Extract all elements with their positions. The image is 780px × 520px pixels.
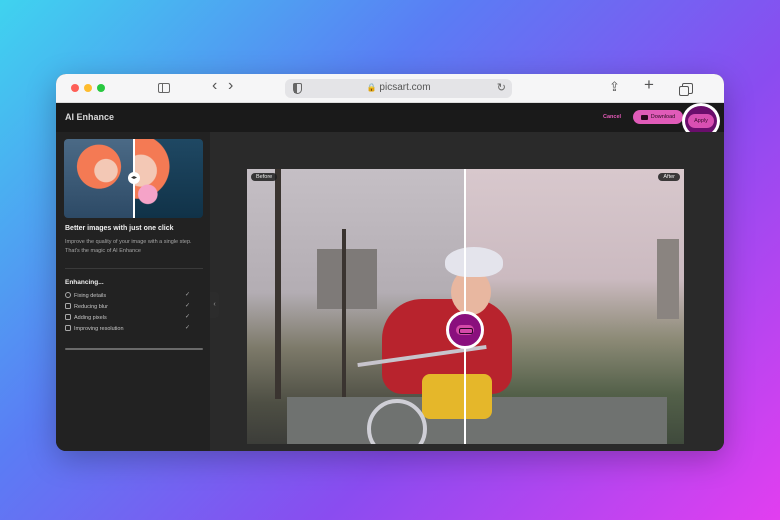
browser-toolbar: ‹ › 🔒 picsart.com ↻ ⇪ + xyxy=(56,74,724,103)
step-item: Improving resolution ✓ xyxy=(65,325,190,335)
back-arrow-icon[interactable]: ‹ xyxy=(212,78,217,94)
cancel-button[interactable]: Cancel xyxy=(603,114,621,120)
tab-overview-icon[interactable] xyxy=(679,83,693,96)
forward-arrow-icon[interactable]: › xyxy=(228,78,233,94)
lock-icon: 🔒 xyxy=(366,83,377,92)
browser-window: ‹ › 🔒 picsart.com ↻ ⇪ + AI Enhance Cancel… xyxy=(56,74,724,451)
collapse-panel-button[interactable]: ‹ xyxy=(210,292,219,318)
promo-description: Improve the quality of your image with a… xyxy=(65,239,192,254)
download-label: Download xyxy=(650,114,676,120)
new-tab-icon[interactable]: + xyxy=(644,76,654,93)
step-label: Fixing details xyxy=(74,293,107,299)
app-header: AI Enhance Cancel Download Apply xyxy=(56,103,724,139)
pixels-icon xyxy=(65,314,71,320)
reload-icon[interactable]: ↻ xyxy=(497,81,506,94)
sidebar-toggle-icon[interactable] xyxy=(158,83,170,93)
sparkle-icon xyxy=(65,292,71,298)
check-icon: ✓ xyxy=(184,314,190,320)
zoom-window-button[interactable] xyxy=(97,84,105,92)
comparison-photo: Before After xyxy=(247,169,684,444)
enhance-panel: ◂▸ Better images with just one click Imp… xyxy=(56,132,210,451)
divider xyxy=(65,268,203,269)
promo-thumbnail: ◂▸ xyxy=(64,139,203,218)
check-icon: ✓ xyxy=(184,303,190,309)
apply-button[interactable]: Apply xyxy=(688,114,714,128)
split-handle-button[interactable] xyxy=(446,311,484,349)
resolution-icon xyxy=(65,325,71,331)
promo-title: Better images with just one click xyxy=(65,225,174,232)
step-item: Reducing blur ✓ xyxy=(65,303,190,313)
before-badge: Before xyxy=(251,173,278,181)
check-icon: ✓ xyxy=(184,325,190,331)
download-icon xyxy=(640,114,648,120)
step-label: Adding pixels xyxy=(74,315,107,321)
after-badge: After xyxy=(658,173,680,181)
app-title: AI Enhance xyxy=(65,112,115,122)
canvas-area: Before After xyxy=(210,132,724,451)
url-text: picsart.com xyxy=(379,82,431,93)
step-item: Adding pixels ✓ xyxy=(65,314,190,324)
progress-bar xyxy=(65,348,203,350)
share-icon[interactable]: ⇪ xyxy=(609,79,620,95)
step-item: Fixing details ✓ xyxy=(65,292,190,302)
blur-icon xyxy=(65,303,71,309)
address-bar[interactable]: 🔒 picsart.com ↻ xyxy=(285,79,512,98)
check-icon: ✓ xyxy=(184,292,190,298)
split-line[interactable] xyxy=(464,169,466,444)
enhancing-title: Enhancing... xyxy=(65,279,104,286)
compare-handle-icon: ◂▸ xyxy=(128,172,140,184)
step-label: Improving resolution xyxy=(74,326,124,332)
close-window-button[interactable] xyxy=(71,84,79,92)
split-handle-icon xyxy=(456,325,474,335)
minimize-window-button[interactable] xyxy=(84,84,92,92)
step-label: Reducing blur xyxy=(74,304,108,310)
download-button[interactable]: Download xyxy=(633,110,683,124)
